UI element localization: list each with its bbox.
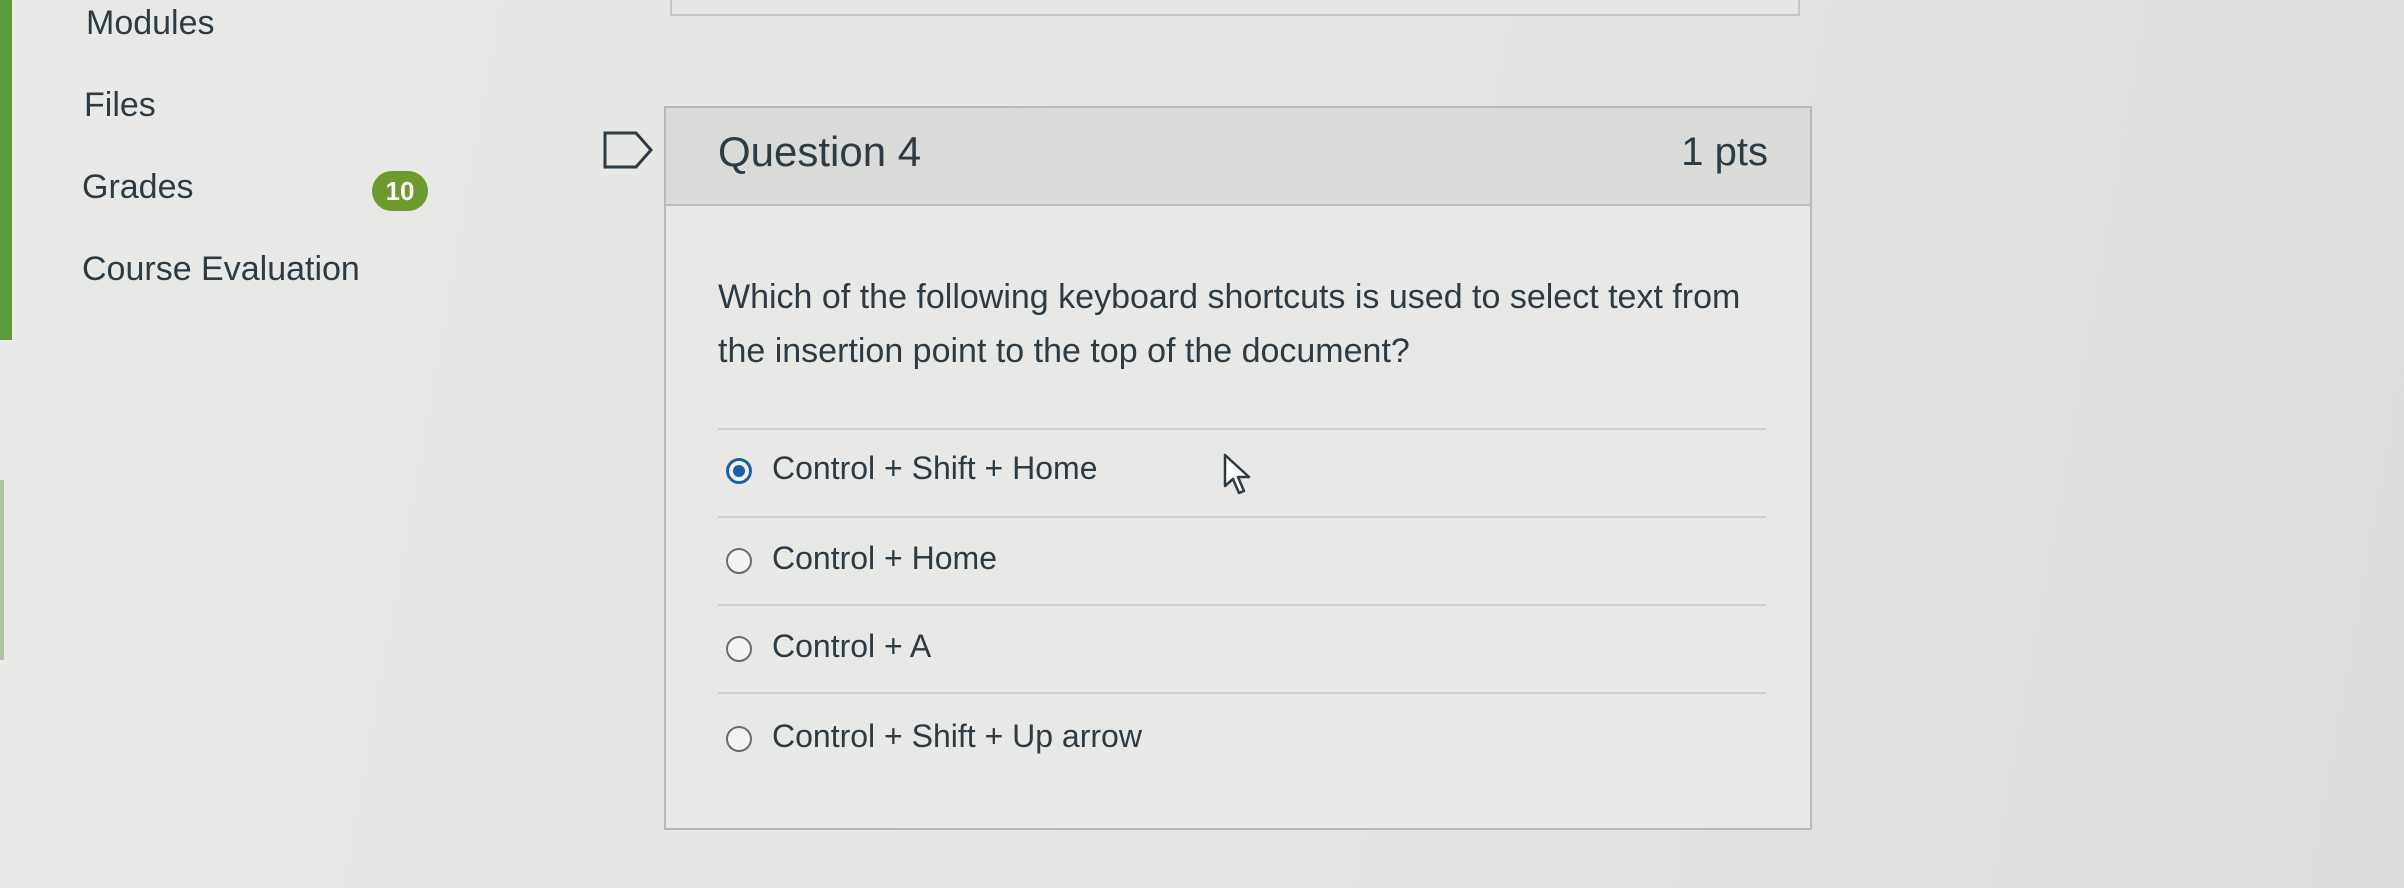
nav-item-files[interactable]: Files — [84, 86, 156, 125]
nav-item-modules[interactable]: Modules — [86, 4, 215, 43]
radio-button[interactable] — [726, 548, 752, 574]
question-title: Question 4 — [718, 128, 922, 175]
answer-divider — [718, 692, 1766, 694]
answer-option-3[interactable]: Control + A — [726, 622, 1726, 682]
answer-label: Control + Shift + Home — [772, 450, 1098, 486]
radio-button[interactable] — [726, 726, 752, 752]
mouse-pointer-icon — [1223, 453, 1251, 495]
nav-item-course-evaluation[interactable]: Course Evaluation — [82, 250, 360, 289]
course-nav-accent-bar-lower — [0, 480, 4, 660]
answer-label: Control + Shift + Up arrow — [772, 718, 1142, 754]
previous-question-panel — [670, 0, 1800, 16]
answer-label: Control + A — [772, 628, 932, 664]
answer-divider — [718, 428, 1766, 430]
radio-button-selected[interactable] — [726, 458, 752, 484]
answer-option-4[interactable]: Control + Shift + Up arrow — [726, 712, 1726, 772]
question-text: Which of the following keyboard shortcut… — [718, 278, 1741, 370]
grades-count-badge: 10 — [372, 171, 428, 211]
radio-button[interactable] — [726, 636, 752, 662]
answer-option-2[interactable]: Control + Home — [726, 534, 1726, 594]
course-nav-accent-bar — [0, 0, 12, 340]
answer-label: Control + Home — [772, 540, 997, 576]
question-header: Question 4 1 pts — [666, 108, 1810, 206]
question-points: 1 pts — [1681, 130, 1768, 174]
answer-divider — [718, 604, 1766, 606]
nav-item-grades[interactable]: Grades — [82, 168, 194, 207]
flag-outline-icon[interactable] — [602, 130, 654, 170]
answer-divider — [718, 516, 1766, 518]
